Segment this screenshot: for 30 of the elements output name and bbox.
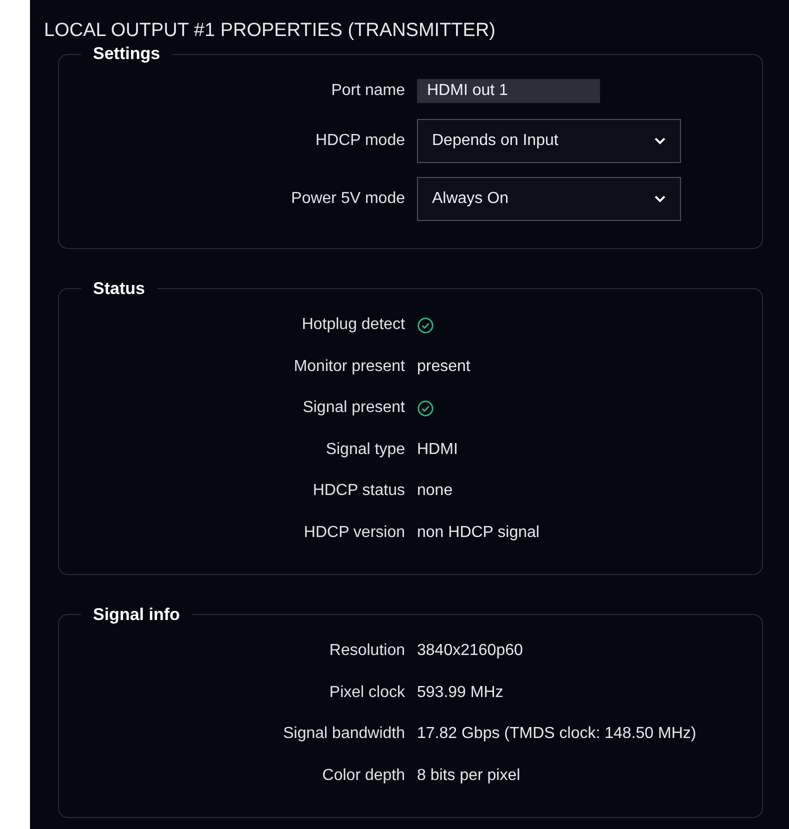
property-value: non HDCP signal	[417, 524, 540, 542]
property-label: Hotplug detect	[302, 316, 405, 334]
panel-title: LOCAL OUTPUT #1 PROPERTIES (TRANSMITTER)	[44, 20, 496, 42]
property-value: HDMI	[417, 440, 458, 459]
section-heading: Signal info	[92, 604, 181, 624]
property-value: 8 bits per pixel	[417, 766, 520, 785]
caret-icon	[654, 194, 666, 202]
property-label: HDCP mode	[315, 132, 405, 150]
section-heading: Status	[92, 278, 146, 298]
property-label: Signal bandwidth	[283, 725, 405, 744]
property-label: Resolution	[329, 642, 405, 660]
property-value: 3840x2160p60	[417, 642, 523, 660]
mode-dropdown[interactable]: Always On	[417, 176, 681, 220]
property-value: present	[417, 358, 470, 376]
property-label: Monitor present	[294, 358, 405, 376]
mode-dropdown[interactable]: Depends on Input	[417, 118, 681, 162]
property-value: none	[417, 482, 453, 500]
caret-icon	[654, 136, 666, 144]
property-label: Pixel clock	[329, 684, 405, 702]
port-name-field[interactable]: HDMI out 1	[417, 78, 600, 103]
property-label: Color depth	[322, 766, 405, 785]
property-label: Signal type	[326, 440, 405, 459]
property-label: Port name	[331, 82, 405, 100]
property-value: 593.99 MHz	[417, 684, 504, 702]
property-label: Signal present	[302, 399, 405, 418]
property-value: 17.82 Gbps (TMDS clock: 148.50 MHz)	[417, 725, 696, 744]
property-label: Power 5V mode	[291, 190, 405, 208]
property-label: HDCP status	[312, 482, 405, 500]
section-heading: Settings	[92, 44, 162, 64]
property-label: HDCP version	[304, 524, 405, 542]
